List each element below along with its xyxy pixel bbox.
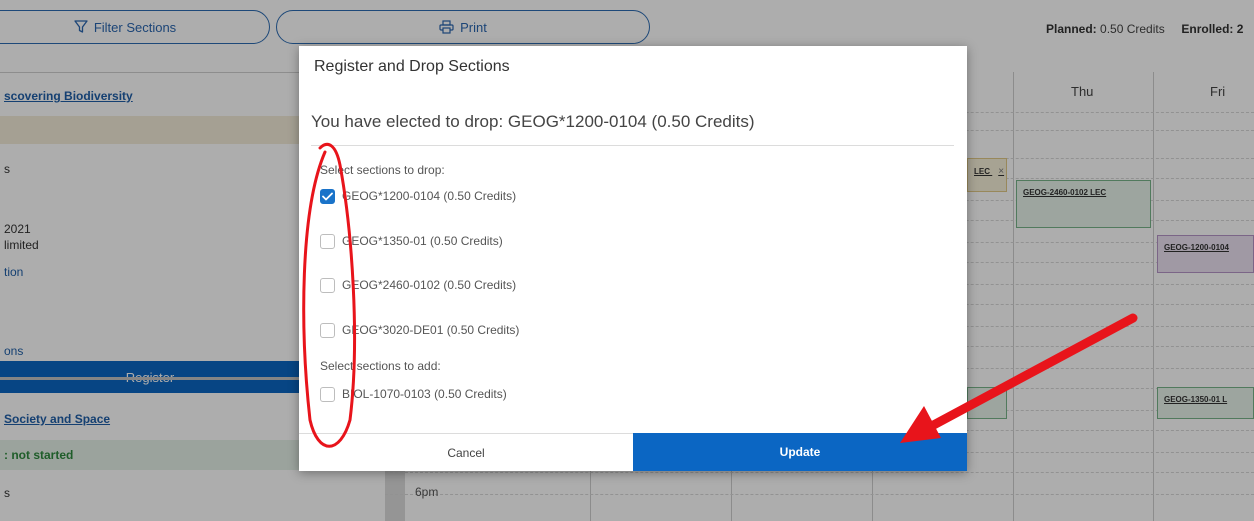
checkbox[interactable]	[320, 277, 335, 293]
checkbox[interactable]	[320, 322, 335, 338]
drop-option-label: GEOG*1200-0104 (0.50 Credits)	[342, 189, 517, 203]
drop-option-label: GEOG*1350-01 (0.50 Credits)	[342, 234, 503, 248]
checkbox-checked[interactable]	[320, 188, 335, 204]
add-option-1[interactable]: BIOL-1070-0103 (0.50 Credits)	[320, 385, 507, 403]
drop-option-1[interactable]: GEOG*1200-0104 (0.50 Credits)	[320, 187, 516, 205]
update-label: Update	[779, 445, 821, 459]
register-drop-modal: Register and Drop Sections You have elec…	[299, 46, 967, 471]
drop-option-4[interactable]: GEOG*3020-DE01 (0.50 Credits)	[320, 321, 519, 339]
divider	[311, 145, 954, 146]
add-section-heading: Select sections to add:	[320, 359, 441, 373]
drop-section-heading: Select sections to drop:	[320, 163, 445, 177]
drop-option-3[interactable]: GEOG*2460-0102 (0.50 Credits)	[320, 276, 516, 294]
drop-option-2[interactable]: GEOG*1350-01 (0.50 Credits)	[320, 232, 503, 250]
check-icon	[322, 192, 333, 200]
modal-title: Register and Drop Sections	[314, 58, 510, 75]
cancel-button[interactable]: Cancel	[299, 433, 633, 471]
drop-option-label: GEOG*3020-DE01 (0.50 Credits)	[342, 323, 520, 337]
cancel-label: Cancel	[447, 445, 485, 460]
add-option-label: BIOL-1070-0103 (0.50 Credits)	[342, 387, 507, 401]
checkbox[interactable]	[320, 386, 335, 402]
drop-message: You have elected to drop: GEOG*1200-0104…	[311, 112, 755, 131]
update-button[interactable]: Update	[633, 433, 967, 471]
checkbox[interactable]	[320, 233, 335, 249]
drop-option-label: GEOG*2460-0102 (0.50 Credits)	[342, 278, 517, 292]
